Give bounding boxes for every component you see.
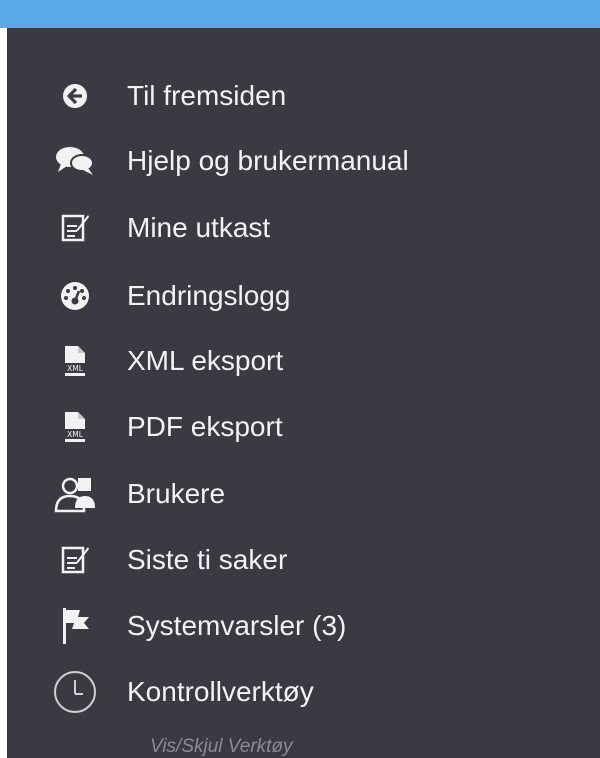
- menu-item-label: Til fremsiden: [127, 80, 287, 111]
- toggle-tools-link[interactable]: Vis/Skjul Verktøy: [7, 736, 600, 758]
- menu-item-label: XML eksport: [127, 345, 284, 376]
- menu-item-my-drafts[interactable]: Mine utkast: [7, 200, 600, 256]
- menu-item-pdf-export[interactable]: XML PDF eksport: [7, 399, 600, 455]
- menu-item-help[interactable]: Hjelp og brukermanual: [7, 133, 600, 189]
- menu-item-label: Systemvarsler (3): [127, 610, 347, 641]
- dashboard-gauge-icon: [47, 268, 103, 324]
- top-bar: [0, 0, 600, 28]
- clock-icon: [47, 664, 103, 720]
- menu-item-system-notices[interactable]: Systemvarsler (3): [7, 598, 600, 654]
- arrow-left-circle-icon: [47, 68, 103, 124]
- xml-file-icon: XML: [47, 333, 103, 389]
- menu-item-changelog[interactable]: Endringslogg: [7, 268, 600, 324]
- menu-item-control-tools[interactable]: Kontrollverktøy: [7, 664, 600, 720]
- menu-item-label: Brukere: [127, 478, 226, 509]
- pdf-file-icon: XML: [47, 399, 103, 455]
- menu-item-label: Kontrollverktøy: [127, 676, 314, 707]
- menu-item-home[interactable]: Til fremsiden: [7, 68, 600, 124]
- side-menu-panel: Til fremsiden Hjelp og brukermanual Mine…: [7, 28, 600, 758]
- edit-document-icon: [47, 200, 103, 256]
- menu-item-label: Hjelp og brukermanual: [127, 145, 409, 176]
- users-icon: [47, 466, 103, 522]
- flag-icon: [47, 598, 103, 654]
- edit-document-icon: [47, 532, 103, 588]
- menu-item-last-ten-cases[interactable]: Siste ti saker: [7, 532, 600, 588]
- svg-text:XML: XML: [67, 430, 84, 439]
- menu-item-label: Siste ti saker: [127, 544, 288, 575]
- menu-item-users[interactable]: Brukere: [7, 466, 600, 522]
- menu-item-label: Mine utkast: [127, 212, 271, 243]
- chat-bubbles-icon: [47, 133, 103, 189]
- menu-item-label: Endringslogg: [127, 280, 291, 311]
- menu-item-xml-export[interactable]: XML XML eksport: [7, 333, 600, 389]
- svg-text:XML: XML: [67, 364, 84, 373]
- menu-item-label: PDF eksport: [127, 411, 283, 442]
